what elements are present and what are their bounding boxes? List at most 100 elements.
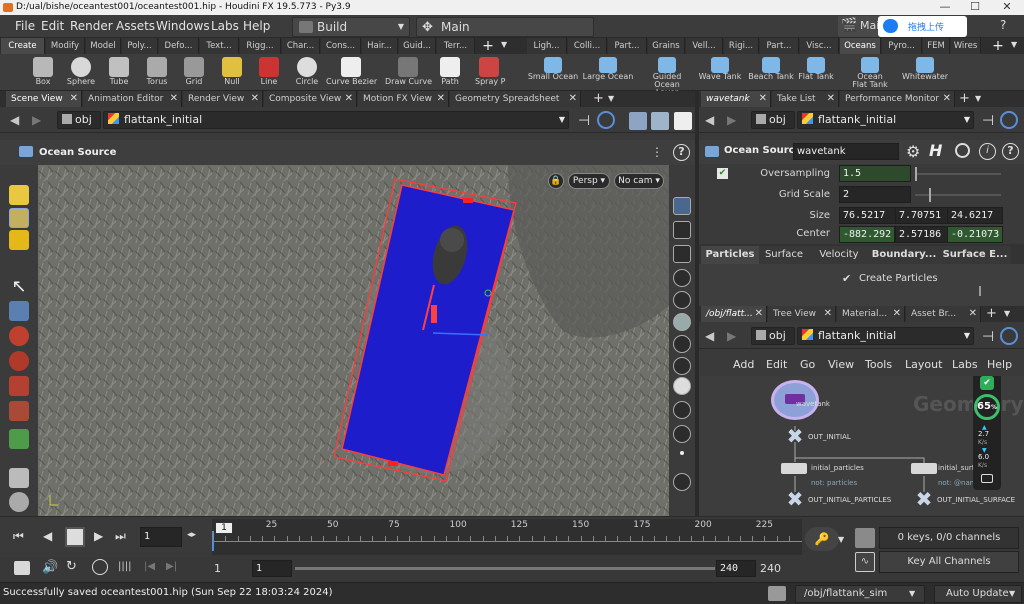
wireframe-icon[interactable]: [673, 221, 691, 239]
pane-menu-icon[interactable]: ▼: [608, 94, 614, 103]
render-region-icon[interactable]: [673, 425, 691, 443]
close-icon[interactable]: ✕: [170, 91, 178, 107]
gear-icon[interactable]: ⚙: [906, 142, 920, 161]
info-icon[interactable]: i: [979, 143, 996, 160]
menu-windows[interactable]: Windows: [156, 18, 210, 34]
network-menu-edit[interactable]: Edit: [766, 358, 787, 371]
shelf-tab-right-4[interactable]: Vell...: [686, 38, 723, 54]
tool-draw-curve[interactable]: Draw Curve: [385, 55, 432, 91]
shelf-tab-right-11[interactable]: Wires: [951, 38, 981, 54]
shelf-tab-right-9[interactable]: Pyro...: [882, 38, 922, 54]
snap-icon[interactable]: [673, 401, 691, 419]
param-pane-tab-1[interactable]: Take List ✕: [772, 91, 839, 107]
persp-menu[interactable]: Persp ▾: [568, 173, 610, 189]
desktop-dropdown[interactable]: Build ▼: [292, 17, 410, 37]
lock-display-icon[interactable]: [673, 245, 691, 263]
ocean-tool-0[interactable]: Small Ocean: [527, 55, 579, 91]
forward-arrow-icon[interactable]: ▶: [32, 113, 41, 127]
slider-handle[interactable]: [915, 167, 917, 181]
range-start-field[interactable]: 1: [252, 560, 292, 577]
shelf-tab-7[interactable]: Char...: [282, 38, 320, 54]
oversampling-field[interactable]: 1.5: [839, 165, 911, 182]
size-z-field[interactable]: 24.6217: [947, 207, 1003, 224]
blast-node-surface[interactable]: [911, 463, 937, 474]
null-node-out-particles[interactable]: ✖: [785, 489, 805, 509]
chevron-down-icon[interactable]: ▼: [838, 535, 844, 544]
view-tool-icon[interactable]: [9, 468, 29, 488]
prev-key-icon[interactable]: |◀: [144, 561, 155, 572]
shelf-tab-8[interactable]: Cons...: [321, 38, 361, 54]
perf-widget[interactable]: ✔ 65% ▲ 2.7 K/s ▼ 6.0 K/s: [973, 376, 1001, 490]
menu-edit[interactable]: Edit: [41, 18, 64, 34]
realtime-toggle-icon[interactable]: [14, 561, 30, 575]
shelf-tab-4[interactable]: Defo...: [159, 38, 199, 54]
step-back-icon[interactable]: ◀: [43, 529, 52, 543]
pin-icon[interactable]: ⊣: [578, 113, 590, 129]
lock-select-icon[interactable]: [9, 301, 29, 321]
help-icon[interactable]: ?: [1000, 18, 1006, 32]
select-mode-icon[interactable]: [9, 208, 29, 228]
close-icon[interactable]: ✕: [251, 91, 259, 107]
back-arrow-icon[interactable]: ◀: [705, 113, 714, 127]
tool-curve-bezier[interactable]: Curve Bezier: [326, 55, 377, 91]
blast-node-particles[interactable]: [781, 463, 807, 474]
light-icon[interactable]: [673, 313, 691, 331]
gridscale-slider[interactable]: [915, 194, 1001, 196]
shelf-tab-right-1[interactable]: Colli...: [568, 38, 607, 54]
shelf-tab-9[interactable]: Hair...: [362, 38, 398, 54]
close-icon[interactable]: ✕: [345, 91, 353, 107]
null-node-out-initial[interactable]: ✖: [785, 426, 805, 446]
ocean-tool-5[interactable]: Flat Tank: [797, 55, 835, 91]
oversampling-slider[interactable]: [915, 173, 1001, 175]
menu-assets[interactable]: Assets: [116, 18, 155, 34]
null-node-out-surface[interactable]: ✖: [914, 489, 934, 509]
pin-icon[interactable]: ⊣: [982, 329, 994, 345]
shelf-tab-3[interactable]: Poly...: [122, 38, 158, 54]
ocean-tool-6[interactable]: Ocean Flat Tank: [848, 55, 892, 91]
context-path-field[interactable]: /obj/flattank_sim ▼: [795, 585, 925, 603]
pane-tab-geometry-spreadsheet[interactable]: Geometry Spreadsheet ✕: [450, 91, 581, 107]
tool-tube[interactable]: Tube: [105, 55, 133, 91]
timeline-ruler[interactable]: 1 25 50 75 100 125 150 175 200 225: [212, 519, 802, 555]
help-icon[interactable]: ?: [673, 144, 690, 161]
ocean-tool-2[interactable]: Guided Ocean Layer: [642, 55, 692, 97]
shelf-tab-right-8[interactable]: Oceans: [840, 38, 881, 54]
audio-icon[interactable]: 🔊: [42, 560, 58, 575]
shelf-tab-6[interactable]: Rigg...: [240, 38, 281, 54]
select-arrow-icon[interactable]: ↖: [9, 277, 29, 297]
play-icon[interactable]: ▶: [94, 529, 103, 543]
tool-grid[interactable]: Grid: [180, 55, 208, 91]
rotate-tool-icon[interactable]: [9, 351, 29, 371]
maximize-viewport-icon[interactable]: [674, 112, 692, 130]
forward-arrow-icon[interactable]: ▶: [727, 329, 736, 343]
param-pane-tab-0[interactable]: wavetank ✕: [701, 91, 771, 107]
ocean-tool-7[interactable]: Whitewater: [900, 55, 950, 91]
oversampling-checkbox[interactable]: ✔: [717, 168, 728, 179]
shadow-icon[interactable]: [673, 357, 691, 375]
ocean-tool-3[interactable]: Wave Tank: [697, 55, 743, 91]
param-scroll-handle[interactable]: [979, 286, 981, 296]
key-tool-icon[interactable]: 🔑: [805, 527, 839, 551]
link-icon[interactable]: [1000, 111, 1018, 129]
network-pane-tab-0[interactable]: /obj/flatt... ✕: [701, 306, 767, 322]
link-icon[interactable]: [1000, 327, 1018, 345]
pane-tab-animation-editor[interactable]: Animation Editor ✕: [83, 91, 182, 107]
tool-circle[interactable]: Circle: [290, 55, 324, 91]
path-node-field[interactable]: flattank_initial ▼: [797, 111, 974, 129]
shelf-menu-icon[interactable]: ▼: [501, 40, 507, 49]
create-particles-checkbox[interactable]: ✔: [842, 272, 851, 285]
tool-box[interactable]: Box: [28, 55, 58, 91]
handle-tool-icon[interactable]: [9, 185, 29, 205]
dot-icon[interactable]: [680, 451, 684, 455]
add-shelf-right-icon[interactable]: +: [988, 38, 1008, 54]
param-tab-3[interactable]: Boundary...: [869, 246, 939, 264]
shelf-right-menu-icon[interactable]: ▼: [1011, 40, 1017, 49]
shelf-tab-right-0[interactable]: Ligh...: [527, 38, 567, 54]
range-end[interactable]: 240: [760, 562, 781, 575]
frame-step-icon[interactable]: ◂▸: [187, 530, 196, 540]
playhead-marker[interactable]: 1: [215, 522, 233, 534]
network-menu-tools[interactable]: Tools: [865, 358, 892, 371]
shelf-tab-right-7[interactable]: Visc...: [800, 38, 839, 54]
shelf-tab-2[interactable]: Model: [86, 38, 121, 54]
close-icon[interactable]: ✕: [943, 91, 951, 107]
